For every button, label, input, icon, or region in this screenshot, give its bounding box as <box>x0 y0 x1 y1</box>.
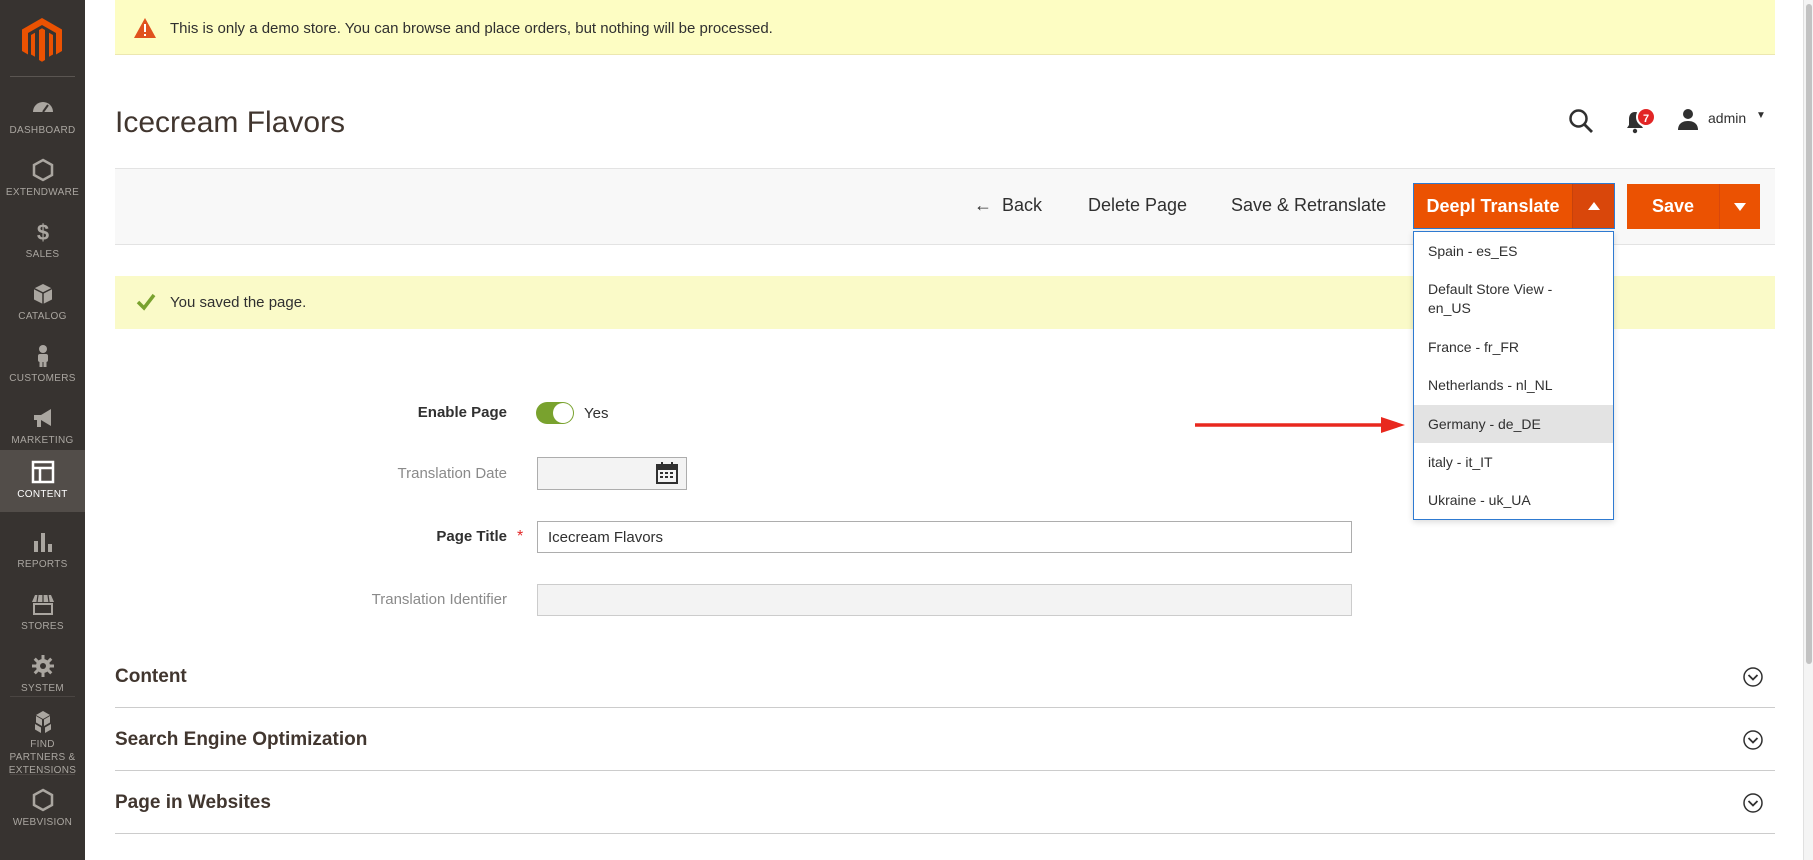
sidebar-item-catalog[interactable]: CATALOG <box>0 272 85 334</box>
section-title: Content <box>115 666 187 687</box>
notice-text: This is only a demo store. You can brows… <box>170 20 773 37</box>
admin-username[interactable]: admin <box>1708 110 1746 126</box>
sidebar-item-marketing[interactable]: MARKETING <box>0 396 85 458</box>
menu-item-france[interactable]: France - fr_FR <box>1414 338 1613 357</box>
toggle-knob <box>553 403 573 423</box>
hexagon-icon <box>32 158 53 182</box>
admin-sidebar: DASHBOARD EXTENDWARE $ SALES CATALOG CUS… <box>0 0 85 860</box>
chevron-down-icon[interactable] <box>1743 793 1763 813</box>
deepl-store-view-menu: Spain - es_ES Default Store View - en_US… <box>1413 231 1614 520</box>
gear-icon <box>31 655 54 677</box>
deepl-translate-toggle[interactable] <box>1572 184 1614 228</box>
bar-chart-icon <box>33 533 52 552</box>
arrow-left-icon: ← <box>974 195 992 215</box>
sidebar-item-webvision[interactable]: WEBVISION <box>0 778 85 840</box>
layout-icon <box>31 460 54 484</box>
megaphone-icon <box>33 409 51 427</box>
store-icon <box>31 594 54 615</box>
menu-item-ukraine[interactable]: Ukraine - uk_UA <box>1414 491 1613 510</box>
menu-item-germany[interactable]: Germany - de_DE <box>1414 405 1613 443</box>
sidebar-item-stores[interactable]: STORES <box>0 582 85 644</box>
page-title: Icecream Flavors <box>115 106 346 139</box>
deepl-translate-button[interactable]: Deepl Translate <box>1414 184 1572 228</box>
user-menu-caret-icon[interactable]: ▼ <box>1756 110 1766 121</box>
sidebar-item-find-partners[interactable]: FIND PARTNERS & EXTENSIONS <box>0 700 85 776</box>
success-message-text: You saved the page. <box>170 294 307 311</box>
warning-icon <box>134 18 156 38</box>
translation-identifier-input <box>537 584 1352 616</box>
delete-page-button[interactable]: Delete Page <box>1088 195 1187 216</box>
person-icon <box>37 345 48 367</box>
required-indicator: * <box>517 528 524 545</box>
sidebar-item-extendware[interactable]: EXTENDWARE <box>0 148 85 210</box>
deepl-translate-split-button: Deepl Translate <box>1413 183 1615 229</box>
section-content[interactable]: Content <box>115 646 1775 708</box>
chevron-down-icon[interactable] <box>1743 730 1763 750</box>
translation-date-label: Translation Date <box>397 465 508 482</box>
enable-page-toggle[interactable] <box>536 402 574 424</box>
notification-count-badge[interactable]: 7 <box>1636 107 1656 127</box>
chevron-down-icon[interactable] <box>1743 667 1763 687</box>
back-button[interactable]: ← Back <box>974 195 1042 216</box>
menu-item-spain[interactable]: Spain - es_ES <box>1414 242 1613 261</box>
section-title: Search Engine Optimization <box>115 729 368 750</box>
save-button[interactable]: Save <box>1627 184 1719 229</box>
menu-item-italy[interactable]: italy - it_IT <box>1414 453 1613 472</box>
menu-item-netherlands[interactable]: Netherlands - nl_NL <box>1414 376 1613 395</box>
dashboard-icon <box>32 102 53 113</box>
sidebar-item-sales[interactable]: $ SALES <box>0 210 85 272</box>
sidebar-item-dashboard[interactable]: DASHBOARD <box>0 86 85 148</box>
page-scrollbar[interactable] <box>1803 0 1813 860</box>
svg-text:$: $ <box>36 220 48 244</box>
translation-identifier-label: Translation Identifier <box>371 591 507 608</box>
enable-page-value: Yes <box>584 405 609 422</box>
page-title-label: Page Title <box>436 528 507 545</box>
save-options-toggle[interactable] <box>1719 184 1760 229</box>
magento-logo[interactable] <box>22 18 62 62</box>
enable-page-label: Enable Page <box>417 404 507 421</box>
section-seo[interactable]: Search Engine Optimization <box>115 709 1775 771</box>
search-icon[interactable] <box>1568 108 1594 134</box>
caret-up-icon <box>1588 202 1600 210</box>
section-page-in-websites[interactable]: Page in Websites <box>115 772 1775 834</box>
cubes-icon <box>34 711 51 733</box>
box-icon <box>33 284 52 304</box>
page-title-input[interactable] <box>537 521 1352 553</box>
red-arrow-annotation <box>1195 417 1405 433</box>
scrollbar-thumb[interactable] <box>1806 4 1812 664</box>
hexagon-icon <box>32 788 53 812</box>
sidebar-item-content[interactable]: CONTENT <box>0 450 85 512</box>
save-split-button: Save <box>1627 184 1760 229</box>
demo-store-notice: This is only a demo store. You can brows… <box>115 0 1775 55</box>
dollar-icon: $ <box>36 220 48 244</box>
calendar-icon[interactable] <box>656 462 678 484</box>
sidebar-item-reports[interactable]: REPORTS <box>0 520 85 582</box>
user-avatar-icon[interactable] <box>1677 108 1699 130</box>
save-retranslate-button[interactable]: Save & Retranslate <box>1231 195 1386 216</box>
menu-item-default-store-view[interactable]: Default Store View - en_US <box>1414 280 1589 318</box>
caret-down-icon <box>1734 203 1746 211</box>
sidebar-item-customers[interactable]: CUSTOMERS <box>0 334 85 396</box>
checkmark-icon <box>136 293 156 311</box>
section-title: Page in Websites <box>115 792 271 813</box>
